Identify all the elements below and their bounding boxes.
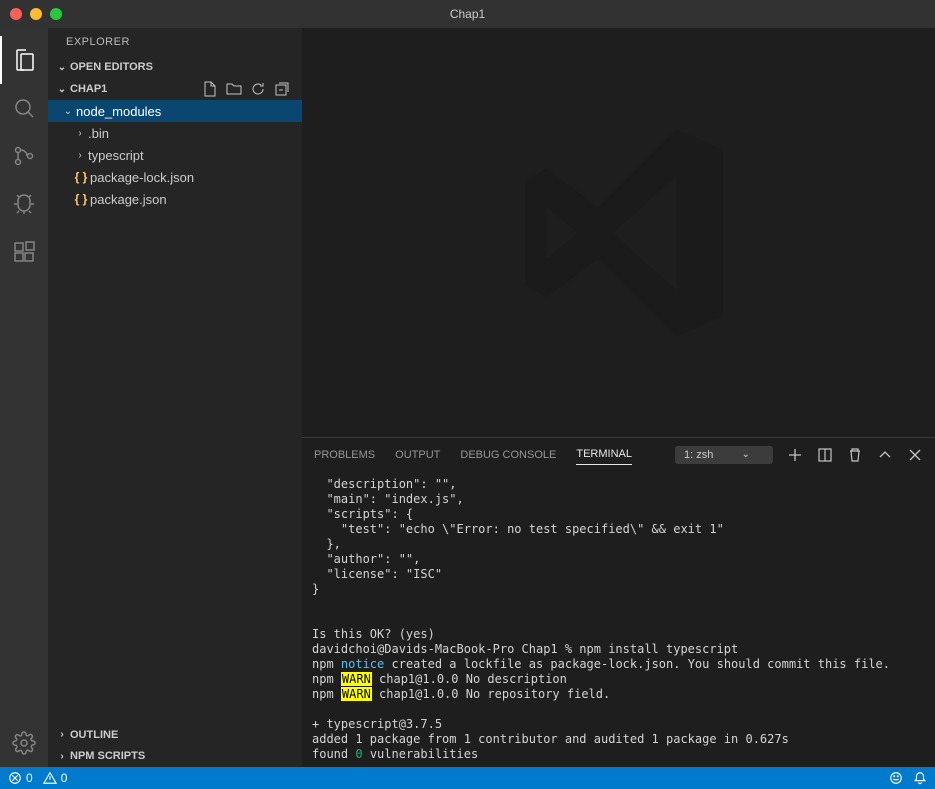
outline-section[interactable]: › OUTLINE (48, 723, 302, 745)
tree-file-package-lock[interactable]: { } package-lock.json (48, 166, 302, 188)
window-title: Chap1 (450, 7, 485, 21)
search-icon[interactable] (0, 84, 48, 132)
tree-folder-bin[interactable]: › .bin (48, 122, 302, 144)
status-bar: 0 0 (0, 767, 935, 789)
collapse-all-icon[interactable] (274, 81, 290, 97)
chevron-down-icon: ⌄ (54, 62, 70, 73)
settings-gear-icon[interactable] (0, 719, 48, 767)
folder-actions (202, 81, 296, 97)
npm-scripts-section[interactable]: › NPM SCRIPTS (48, 745, 302, 767)
new-file-icon[interactable] (202, 81, 218, 97)
tree-folder-node-modules[interactable]: ⌄ node_modules (48, 100, 302, 122)
npm-scripts-label: NPM SCRIPTS (70, 750, 145, 762)
sidebar: EXPLORER ⌄ OPEN EDITORS ⌄ CHAP1 ⌄ node_m… (48, 28, 302, 767)
open-editors-label: OPEN EDITORS (70, 61, 153, 73)
terminal-shell-select[interactable]: 1: zsh ⌄ (675, 446, 773, 464)
status-warnings[interactable]: 0 (43, 771, 68, 785)
tree-file-package-json[interactable]: { } package.json (48, 188, 302, 210)
window-controls (10, 8, 62, 20)
explorer-icon[interactable] (0, 36, 48, 84)
notifications-bell-icon[interactable] (913, 771, 927, 785)
chevron-right-icon: › (54, 729, 70, 740)
folder-label: CHAP1 (70, 83, 107, 95)
chevron-down-icon: ⌄ (742, 449, 750, 460)
close-window-button[interactable] (10, 8, 22, 20)
panel-tabs: PROBLEMS OUTPUT DEBUG CONSOLE TERMINAL 1… (302, 438, 935, 471)
kill-terminal-icon[interactable] (847, 447, 863, 463)
titlebar: Chap1 (0, 0, 935, 28)
file-tree: ⌄ node_modules › .bin › typescript { } p… (48, 100, 302, 723)
tree-label: .bin (88, 126, 109, 141)
tree-label: package.json (90, 192, 167, 207)
feedback-smiley-icon[interactable] (889, 771, 903, 785)
json-file-icon: { } (72, 170, 90, 184)
editor-empty (302, 28, 935, 437)
shell-label: 1: zsh (684, 449, 713, 461)
source-control-icon[interactable] (0, 132, 48, 180)
status-errors[interactable]: 0 (8, 771, 33, 785)
activity-bar (0, 28, 48, 767)
error-icon (8, 771, 22, 785)
split-terminal-icon[interactable] (817, 447, 833, 463)
maximize-panel-icon[interactable] (877, 447, 893, 463)
json-file-icon: { } (72, 192, 90, 206)
main: EXPLORER ⌄ OPEN EDITORS ⌄ CHAP1 ⌄ node_m… (0, 28, 935, 767)
tree-label: package-lock.json (90, 170, 194, 185)
warning-icon (43, 771, 57, 785)
fullscreen-window-button[interactable] (50, 8, 62, 20)
tree-label: node_modules (76, 104, 161, 119)
refresh-icon[interactable] (250, 81, 266, 97)
chevron-right-icon: › (72, 128, 88, 139)
new-terminal-icon[interactable] (787, 447, 803, 463)
open-editors-section[interactable]: ⌄ OPEN EDITORS (48, 56, 302, 78)
editor-area: PROBLEMS OUTPUT DEBUG CONSOLE TERMINAL 1… (302, 28, 935, 767)
tree-folder-typescript[interactable]: › typescript (48, 144, 302, 166)
tab-problems[interactable]: PROBLEMS (314, 445, 375, 465)
chevron-right-icon: › (54, 751, 70, 762)
extensions-icon[interactable] (0, 228, 48, 276)
chevron-right-icon: › (72, 150, 88, 161)
terminal-output[interactable]: "description": "", "main": "index.js", "… (302, 471, 935, 767)
vscode-watermark-icon (489, 103, 749, 363)
tab-debug-console[interactable]: DEBUG CONSOLE (460, 445, 556, 465)
minimize-window-button[interactable] (30, 8, 42, 20)
explorer-header: EXPLORER (48, 28, 302, 56)
tab-output[interactable]: OUTPUT (395, 445, 440, 465)
debug-icon[interactable] (0, 180, 48, 228)
folder-section[interactable]: ⌄ CHAP1 (48, 78, 302, 100)
chevron-down-icon: ⌄ (60, 106, 76, 117)
panel: PROBLEMS OUTPUT DEBUG CONSOLE TERMINAL 1… (302, 437, 935, 767)
close-panel-icon[interactable] (907, 447, 923, 463)
outline-label: OUTLINE (70, 729, 118, 741)
tree-label: typescript (88, 148, 144, 163)
tab-terminal[interactable]: TERMINAL (576, 444, 632, 465)
new-folder-icon[interactable] (226, 81, 242, 97)
chevron-down-icon: ⌄ (54, 84, 70, 95)
